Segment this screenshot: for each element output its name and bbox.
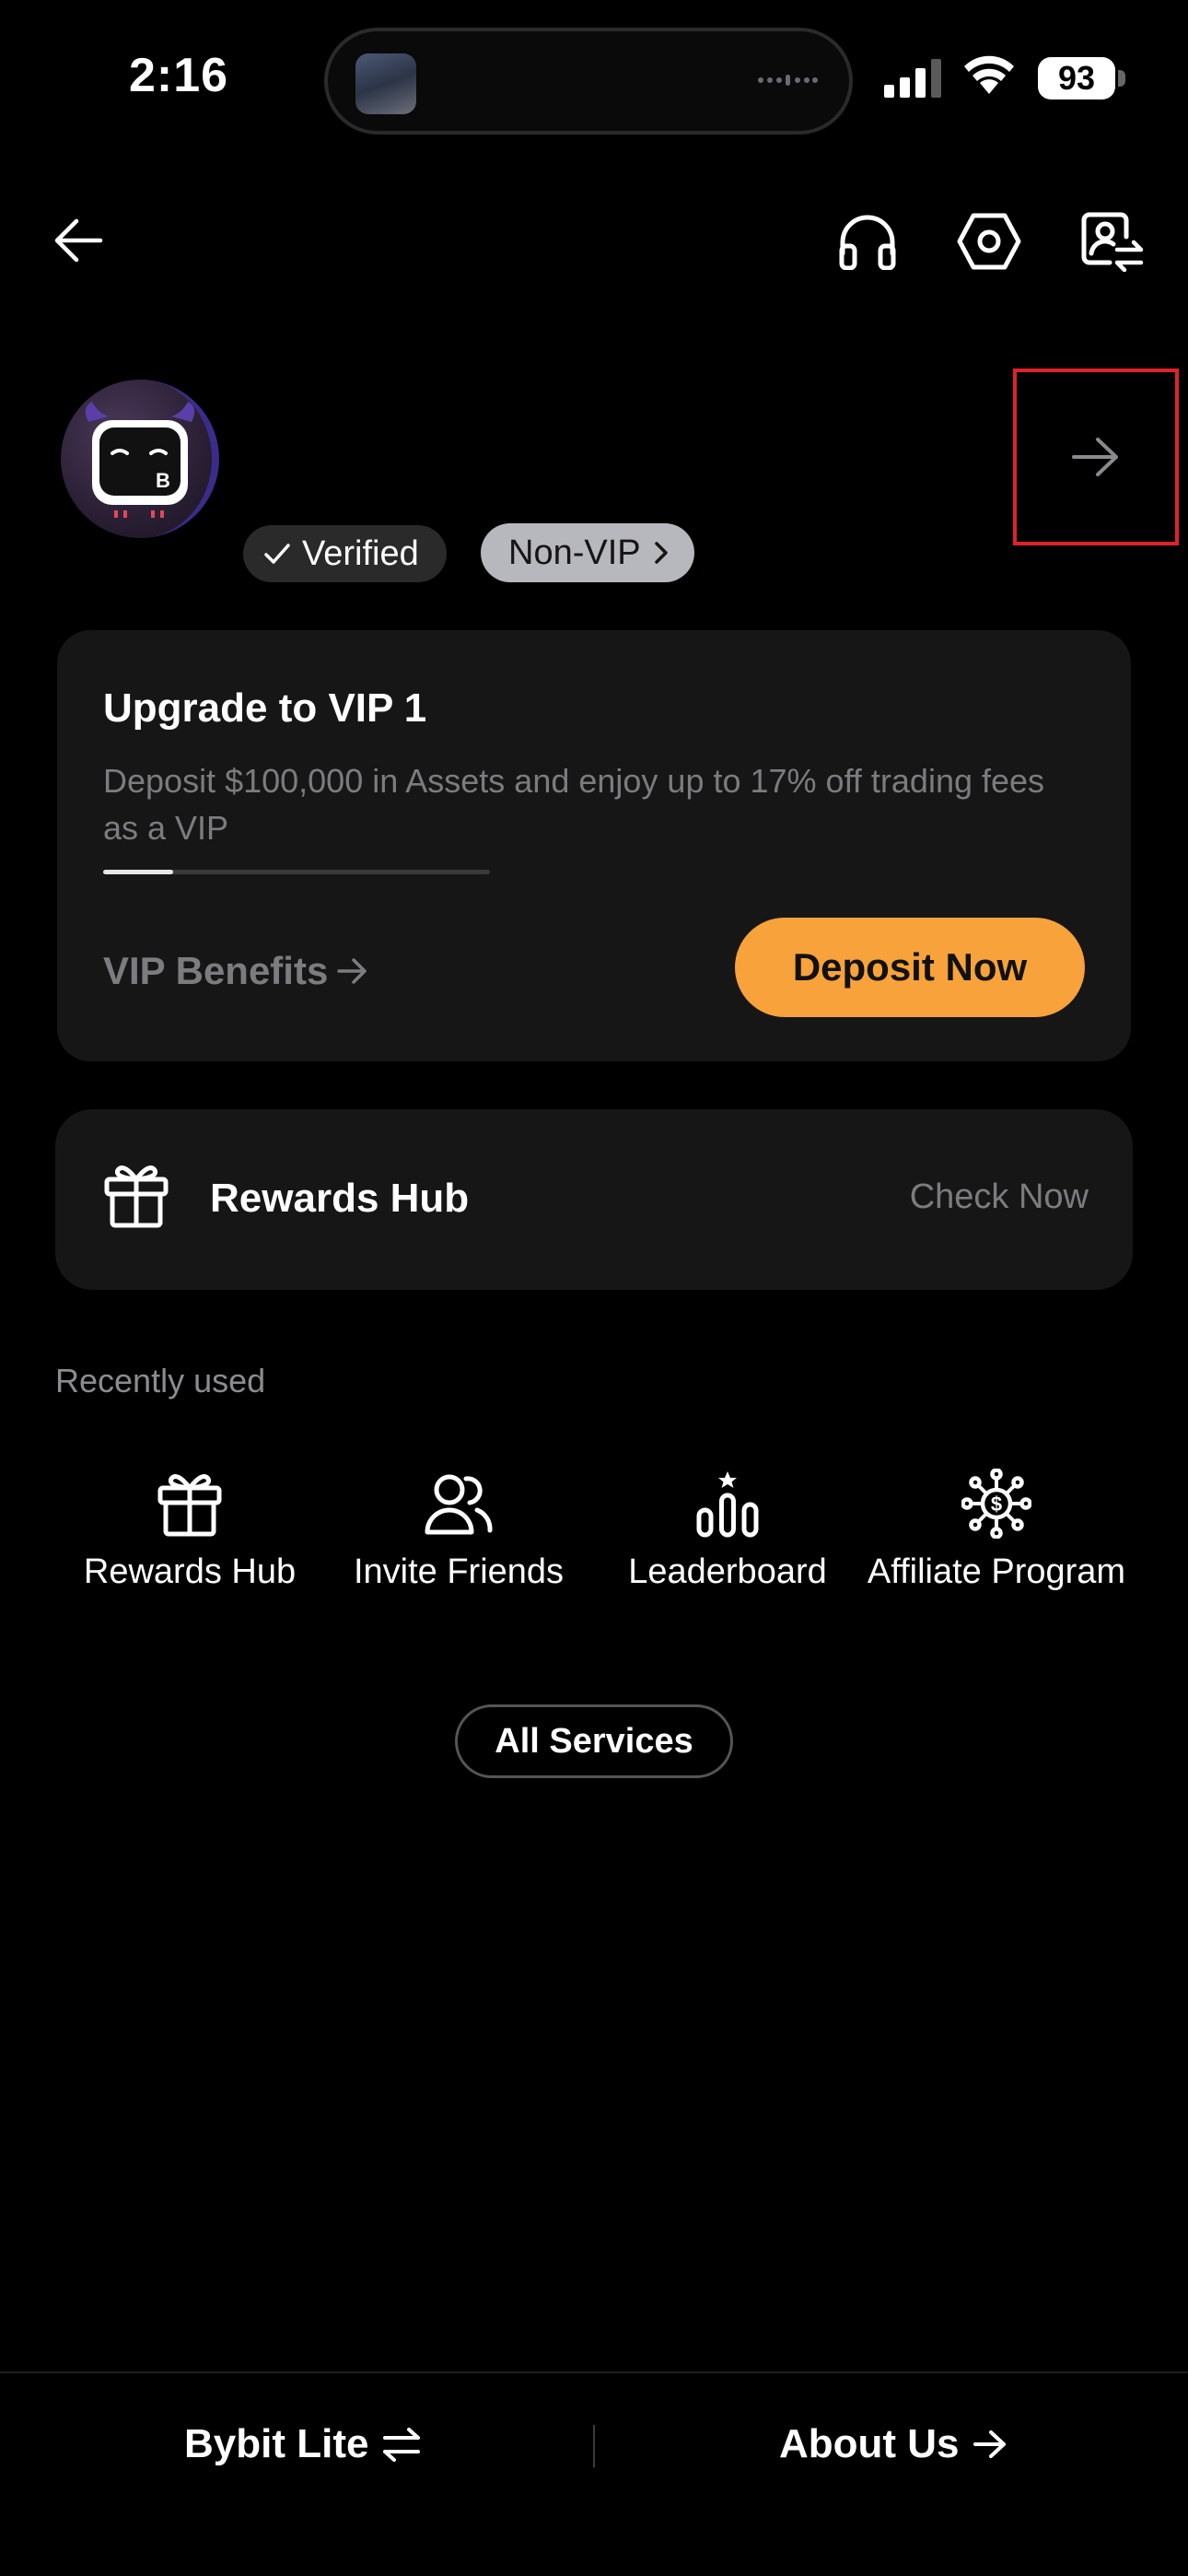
settings-button[interactable] — [950, 205, 1028, 278]
verified-label: Verified — [302, 533, 419, 573]
gift-icon — [157, 1474, 222, 1537]
vip-card-title: Upgrade to VIP 1 — [103, 685, 427, 731]
battery-indicator: 93 — [1038, 57, 1115, 100]
account-switch-icon — [1081, 212, 1144, 272]
rewards-hub-title: Rewards Hub — [210, 1176, 470, 1221]
status-time: 2:16 — [129, 49, 229, 102]
checkmark-icon — [264, 544, 290, 564]
shortcut-label: Affiliate Program — [867, 1552, 1126, 1591]
shortcut-label: Rewards Hub — [83, 1552, 297, 1591]
vip-progress-fill — [103, 870, 173, 874]
audio-wave-icon — [758, 75, 818, 86]
shortcut-affiliate-program[interactable]: $ Affiliate Program — [862, 1467, 1131, 1593]
support-button[interactable] — [831, 205, 904, 278]
swap-arrows-icon — [383, 2428, 421, 2462]
avatar[interactable]: B — [61, 380, 219, 538]
recently-used-heading: Recently used — [55, 1362, 266, 1399]
bybit-lite-button[interactable]: Bybit Lite — [184, 2421, 422, 2467]
wifi-icon — [964, 55, 1014, 94]
bull-mascot-icon: B — [85, 402, 195, 518]
shortcut-label: Invite Friends — [353, 1552, 565, 1591]
arrow-right-icon — [1072, 438, 1118, 476]
all-services-button[interactable]: All Services — [455, 1704, 733, 1778]
bottom-separator — [593, 2425, 595, 2467]
rewards-hub-card[interactable]: Rewards Hub Check Now — [55, 1109, 1133, 1290]
about-us-button[interactable]: About Us — [779, 2421, 1007, 2467]
check-now-link[interactable]: Check Now — [910, 1177, 1089, 1217]
affiliate-icon: $ — [961, 1469, 1031, 1539]
leaderboard-icon — [696, 1471, 759, 1538]
vip-level-badge[interactable]: Non-VIP — [481, 523, 694, 582]
shortcut-invite-friends[interactable]: Invite Friends — [324, 1467, 593, 1593]
svg-text:B: B — [156, 469, 170, 492]
headset-icon — [839, 215, 896, 270]
chevron-right-icon — [654, 542, 668, 564]
shortcut-leaderboard[interactable]: Leaderboard — [593, 1467, 862, 1593]
vip-level-label: Non-VIP — [508, 533, 641, 572]
svg-text:$: $ — [991, 1493, 1002, 1516]
now-playing-thumbnail — [355, 53, 416, 114]
profile-detail-button[interactable] — [1013, 369, 1179, 545]
arrow-right-icon — [973, 2430, 1006, 2458]
switch-account-button[interactable] — [1076, 205, 1149, 278]
bybit-lite-label: Bybit Lite — [184, 2421, 369, 2466]
shortcut-rewards-hub[interactable]: Rewards Hub — [55, 1467, 324, 1593]
vip-progress-bar — [103, 870, 490, 874]
back-button[interactable] — [46, 208, 111, 273]
shortcut-label: Leaderboard — [628, 1552, 827, 1591]
users-icon — [425, 1474, 493, 1535]
deposit-now-button[interactable]: Deposit Now — [735, 918, 1085, 1017]
arrow-left-icon — [54, 218, 103, 263]
vip-card-description: Deposit $100,000 in Assets and enjoy up … — [103, 762, 1045, 847]
vip-benefits-label: VIP Benefits — [103, 949, 329, 992]
vip-benefits-link[interactable]: VIP Benefits — [103, 949, 368, 993]
vip-upgrade-card: Upgrade to VIP 1 Deposit $100,000 in Ass… — [57, 630, 1131, 1061]
bottom-divider — [0, 2371, 1188, 2373]
cellular-signal-icon — [884, 59, 941, 98]
about-us-label: About Us — [779, 2421, 960, 2466]
verified-badge[interactable]: Verified — [243, 525, 447, 582]
hexagon-settings-icon — [957, 213, 1021, 270]
battery-tip — [1118, 70, 1125, 87]
gift-icon — [104, 1165, 169, 1228]
arrow-right-icon — [337, 958, 367, 984]
status-bar: 2:16 93 — [0, 0, 1188, 157]
dynamic-island — [324, 28, 853, 135]
